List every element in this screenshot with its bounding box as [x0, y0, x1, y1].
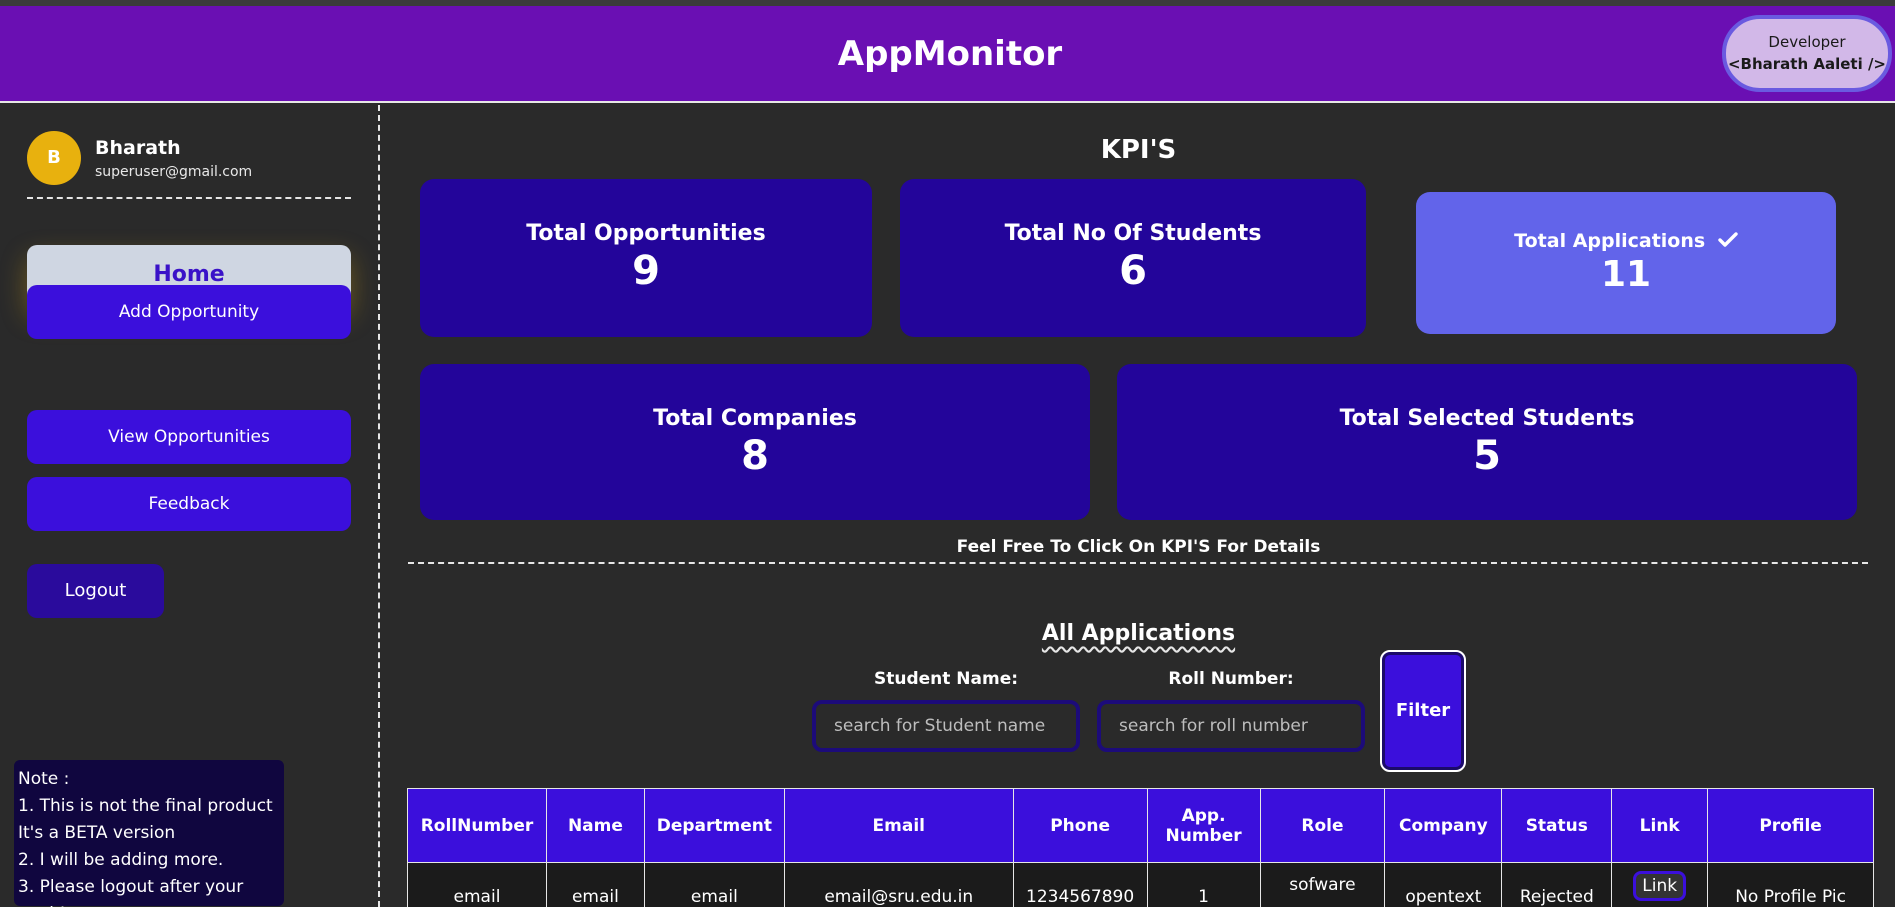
kpi-total-selected-students[interactable]: Total Selected Students 5 — [1117, 364, 1857, 520]
kpi-label: Total Applications — [1416, 230, 1836, 252]
kpi-hint: Feel Free To Click On KPI'S For Details — [956, 537, 1321, 557]
kpi-label: Total No Of Students — [1004, 221, 1262, 246]
kpi-label-text: Total Applications — [1514, 230, 1706, 252]
application-link-button[interactable]: Link — [1633, 871, 1687, 901]
beta-note: Note : 1. This is not the final product … — [14, 760, 284, 907]
kpi-total-opportunities[interactable]: Total Opportunities 9 — [420, 179, 872, 337]
table-cell: opentext — [1384, 862, 1503, 907]
note-line: Note : — [18, 769, 70, 789]
sidebar-divider — [27, 197, 351, 199]
table-cell: No Profile Pic — [1707, 862, 1874, 907]
column-header: Name — [545, 788, 645, 863]
table-cell: 1 — [1146, 862, 1261, 907]
roll-number-label: Roll Number: — [1168, 669, 1294, 689]
table-cell: email — [643, 862, 785, 907]
kpi-label: Total Opportunities — [526, 221, 766, 246]
app-title: AppMonitor — [837, 34, 1063, 74]
main-content: KPI'S Total Opportunities 9 Total No Of … — [382, 105, 1895, 907]
note-line: It's a BETA version — [18, 823, 176, 843]
column-header: Status — [1501, 788, 1613, 863]
column-header: Email — [783, 788, 1014, 863]
column-header: Role — [1259, 788, 1386, 863]
main-divider — [408, 562, 1868, 564]
kpi-value: 8 — [741, 433, 769, 479]
column-header: Profile — [1707, 788, 1874, 863]
table-cell: sofware — [1259, 862, 1386, 907]
column-header: Company — [1384, 788, 1503, 863]
checkmark-icon — [1718, 232, 1738, 247]
view-opportunities-button[interactable]: View Opportunities — [27, 410, 351, 464]
table-header-row: RollNumber Name Department Email Phone A… — [407, 788, 1874, 863]
kpi-label: Total Selected Students — [1339, 406, 1635, 431]
kpi-value: 6 — [1119, 248, 1147, 294]
user-email: superuser@gmail.com — [95, 164, 253, 180]
column-header: Link — [1611, 788, 1709, 863]
filter-button[interactable]: Filter — [1380, 650, 1466, 772]
user-name: Bharath — [95, 137, 181, 159]
kpi-total-companies[interactable]: Total Companies 8 — [420, 364, 1090, 520]
developer-name: <Bharath Aaleti /> — [1727, 55, 1887, 73]
kpi-value: 9 — [632, 248, 660, 294]
roll-number-input[interactable] — [1097, 700, 1365, 752]
column-header: Department — [643, 788, 785, 863]
kpi-total-applications[interactable]: Total Applications 11 — [1416, 192, 1836, 334]
feedback-button[interactable]: Feedback — [27, 477, 351, 531]
applications-table: RollNumber Name Department Email Phone A… — [407, 788, 1874, 907]
student-name-input[interactable] — [812, 700, 1080, 752]
logout-button[interactable]: Logout — [27, 564, 164, 618]
avatar: B — [27, 131, 81, 185]
kpi-value: 5 — [1473, 433, 1501, 479]
kpi-value: 11 — [1600, 254, 1652, 295]
table-cell: email — [407, 862, 547, 907]
table-cell: email@sru.edu.in — [783, 862, 1014, 907]
column-header: RollNumber — [407, 788, 547, 863]
column-header: Phone — [1012, 788, 1148, 863]
add-opportunity-button[interactable]: Add Opportunity — [27, 285, 351, 339]
table-cell: Link — [1611, 862, 1709, 907]
developer-badge[interactable]: Developer <Bharath Aaleti /> — [1722, 15, 1892, 92]
student-name-label: Student Name: — [873, 669, 1019, 689]
note-line: 1. This is not the final product — [18, 796, 273, 816]
kpi-total-students[interactable]: Total No Of Students 6 — [900, 179, 1366, 337]
table-cell: email — [545, 862, 645, 907]
column-header: App. Number — [1146, 788, 1261, 863]
developer-label: Developer — [1768, 33, 1846, 51]
kpi-label: Total Companies — [653, 406, 857, 431]
app-header: AppMonitor Developer <Bharath Aaleti /> — [0, 6, 1895, 103]
kpi-section-title: KPI'S — [1100, 135, 1177, 165]
table-cell: 1234567890 — [1012, 862, 1148, 907]
table-cell: Rejected — [1501, 862, 1613, 907]
note-line: 2. I will be adding more. — [18, 850, 224, 870]
applications-title: All Applications — [1041, 621, 1236, 646]
sidebar: B Bharath superuser@gmail.com Home Add O… — [0, 105, 380, 907]
note-line: 3. Please logout after your work! — [18, 877, 244, 907]
table-row: email email email email@sru.edu.in 12345… — [407, 862, 1874, 907]
